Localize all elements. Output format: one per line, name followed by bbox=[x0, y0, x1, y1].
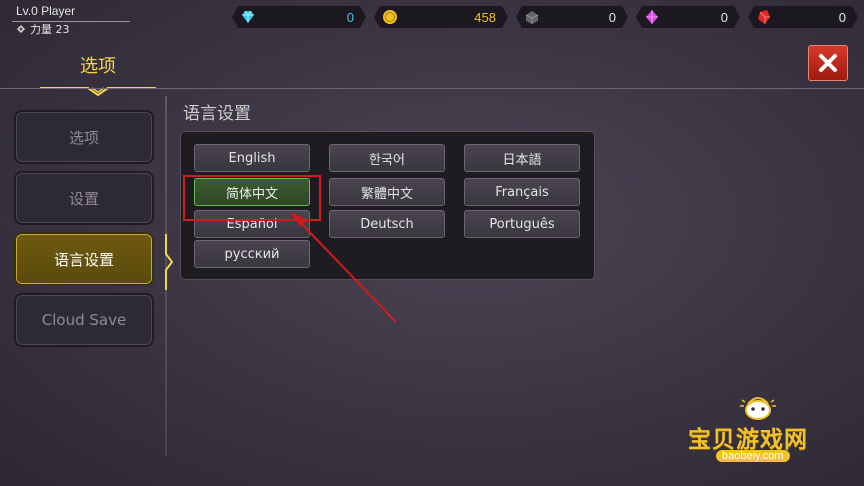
sidebar-item-label: Cloud Save bbox=[41, 311, 127, 329]
player-info: Lv.0 Player 力量 23 bbox=[12, 4, 130, 37]
sidebar-item-options[interactable]: 选项 bbox=[14, 110, 154, 164]
language-option-german[interactable]: Deutsch bbox=[329, 210, 445, 238]
iron-ore-icon bbox=[524, 9, 540, 25]
player-name: Lv.0 Player bbox=[16, 4, 76, 18]
language-option-french[interactable]: Français bbox=[464, 178, 580, 206]
close-icon bbox=[819, 54, 837, 72]
language-option-japanese[interactable]: 日本語 bbox=[464, 144, 580, 172]
language-option-portuguese[interactable]: Português bbox=[464, 210, 580, 238]
watermark-logo: 宝贝游戏网 baobeiy.com bbox=[688, 392, 838, 472]
watermark-brand: 宝贝游戏网 bbox=[688, 427, 808, 453]
sidebar-item-label: 语言设置 bbox=[53, 250, 114, 269]
currency-red-crystal[interactable]: 0 bbox=[748, 6, 858, 28]
sidebar-item-settings[interactable]: 设置 bbox=[14, 171, 154, 225]
watermark-url: baobeiy.com bbox=[716, 450, 790, 462]
header-divider bbox=[0, 88, 864, 89]
annotation-highlight-box bbox=[183, 175, 321, 221]
language-option-traditional-chinese[interactable]: 繁體中文 bbox=[329, 178, 445, 206]
player-power-text: 力量 23 bbox=[30, 23, 70, 36]
red-crystal-icon bbox=[756, 9, 772, 25]
page-title: 选项 bbox=[80, 56, 116, 77]
mascot-icon bbox=[740, 397, 776, 420]
power-icon bbox=[17, 25, 25, 33]
player-power: 力量 23 bbox=[16, 21, 75, 37]
currency-red-crystal-value: 0 bbox=[838, 9, 846, 25]
close-button[interactable] bbox=[808, 45, 848, 81]
diamond-icon bbox=[240, 9, 256, 25]
player-name-underline bbox=[12, 21, 130, 22]
sidebar-item-label: 设置 bbox=[68, 189, 99, 208]
section-title: 语言设置 bbox=[183, 104, 251, 124]
header-ornament bbox=[40, 87, 156, 96]
language-option-english[interactable]: English bbox=[194, 144, 310, 172]
currency-purple-gem[interactable]: 0 bbox=[636, 6, 740, 28]
currency-diamond-value: 0 bbox=[346, 9, 354, 25]
sidebar-item-label: 选项 bbox=[68, 128, 99, 147]
currency-gold-value: 458 bbox=[474, 9, 496, 25]
currency-iron-value: 0 bbox=[608, 9, 616, 25]
gold-coin-icon bbox=[382, 9, 398, 25]
active-indicator-arrow bbox=[165, 234, 174, 290]
currency-diamond[interactable]: 0 bbox=[232, 6, 366, 28]
language-option-russian[interactable]: русский bbox=[194, 240, 310, 268]
language-option-korean[interactable]: 한국어 bbox=[329, 144, 445, 172]
currency-iron[interactable]: 0 bbox=[516, 6, 628, 28]
sidebar-item-cloud-save[interactable]: Cloud Save bbox=[14, 293, 154, 347]
currency-purple-gem-value: 0 bbox=[720, 9, 728, 25]
sidebar-item-language[interactable]: 语言设置 bbox=[14, 232, 154, 286]
purple-gem-icon bbox=[644, 9, 660, 25]
currency-gold[interactable]: 458 bbox=[374, 6, 508, 28]
